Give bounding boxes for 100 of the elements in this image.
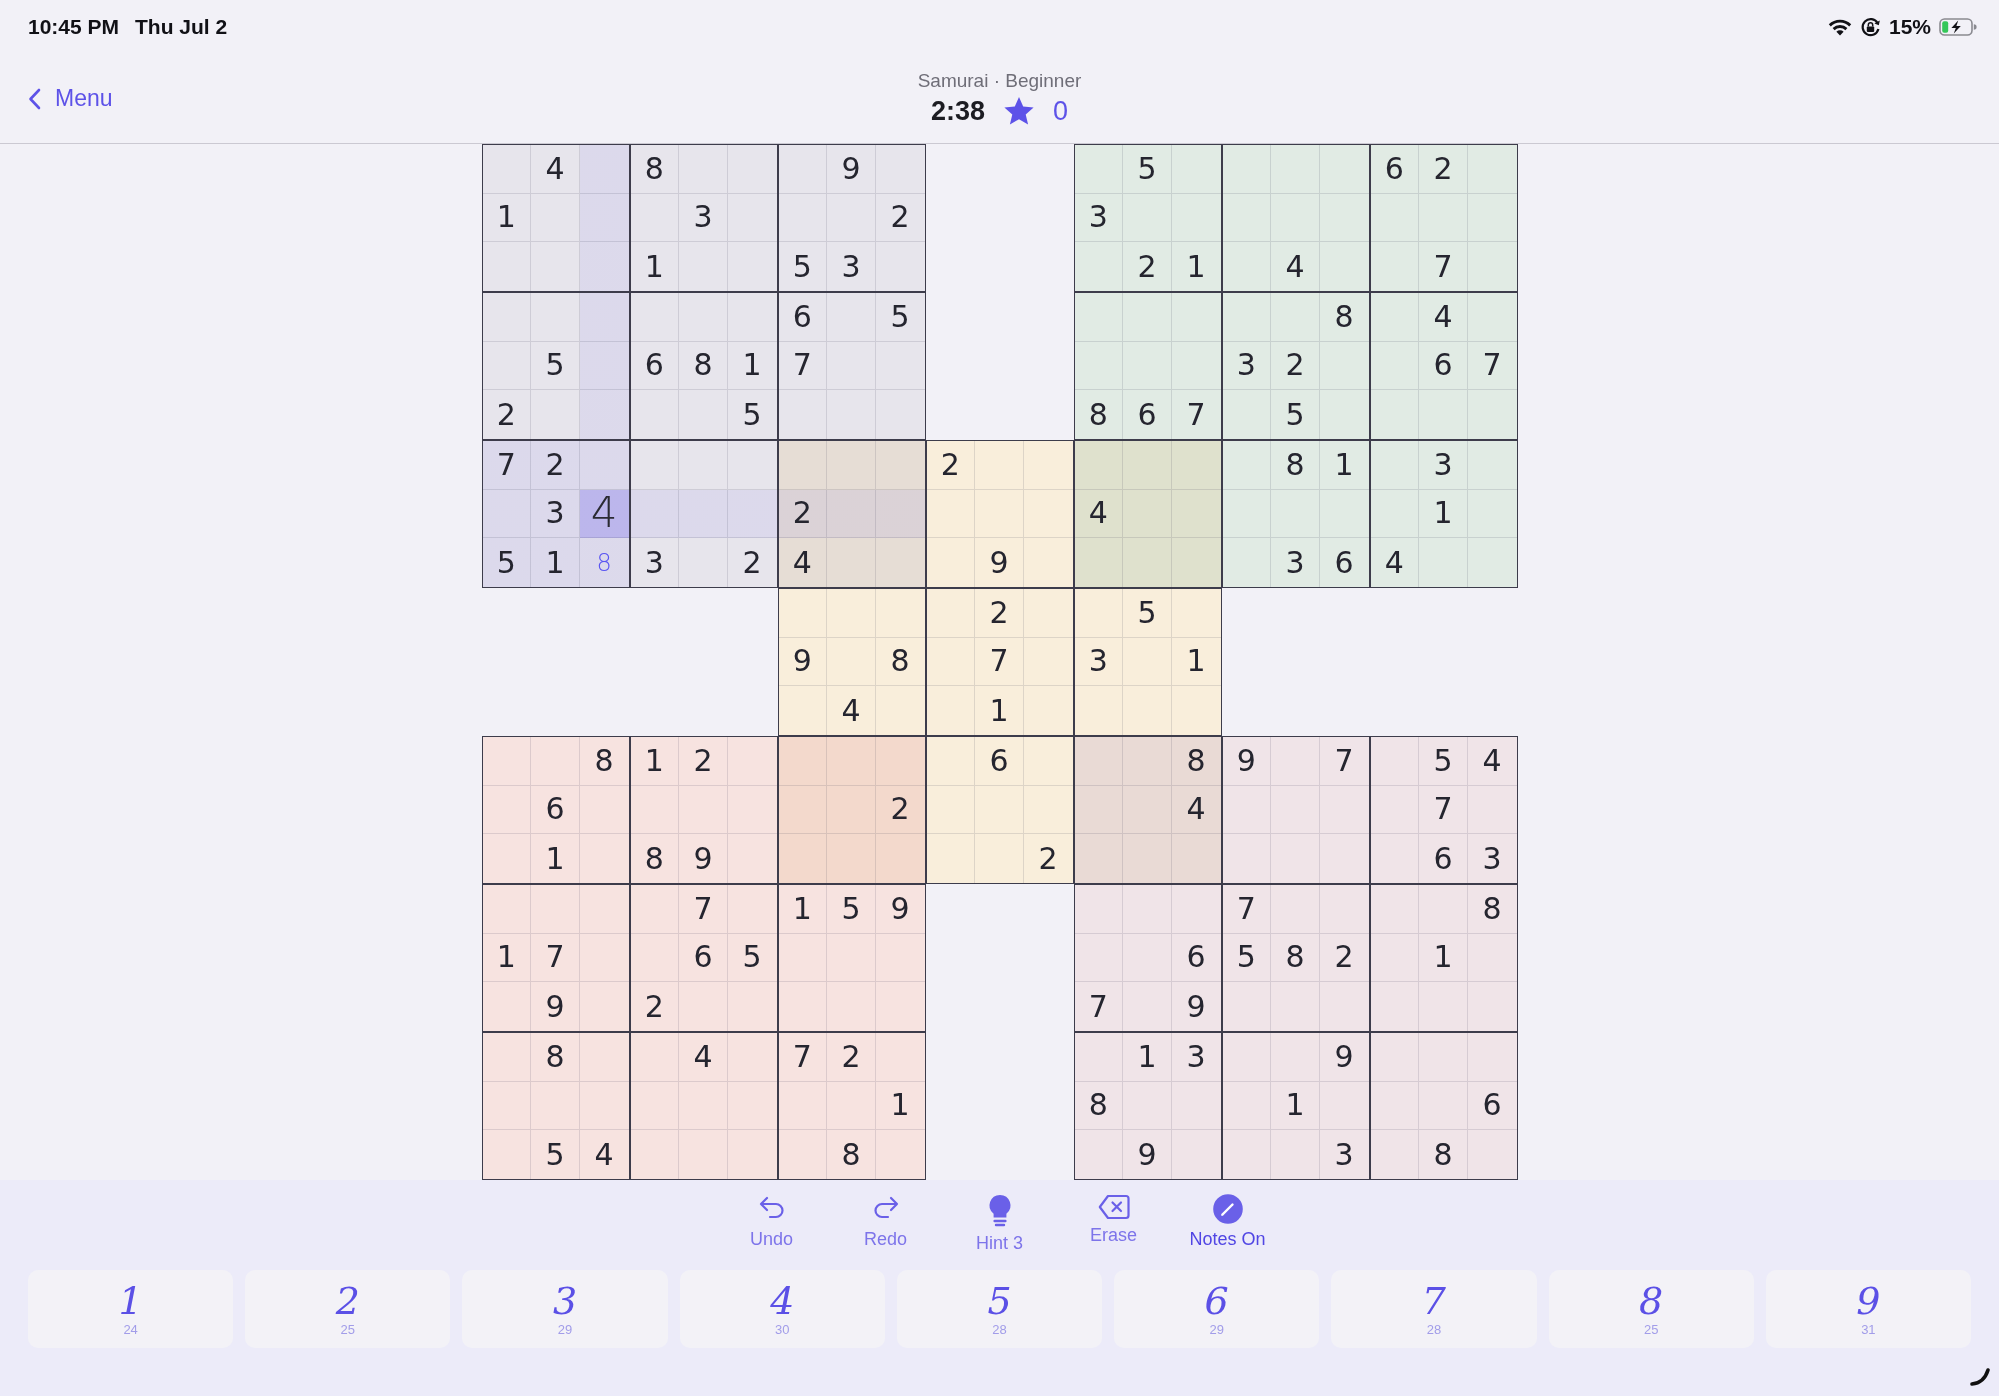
sudoku-cell[interactable] — [679, 538, 728, 587]
sudoku-cell[interactable] — [727, 1130, 777, 1179]
sudoku-cell[interactable]: 1 — [1123, 1033, 1172, 1082]
sudoku-cell[interactable]: 6 — [1319, 538, 1369, 587]
sudoku-cell[interactable] — [1171, 1081, 1221, 1131]
sudoku-cell[interactable] — [679, 242, 728, 291]
sudoku-cell[interactable] — [778, 441, 828, 490]
sudoku-cell[interactable] — [778, 686, 828, 735]
sudoku-cell[interactable] — [1171, 589, 1221, 638]
sudoku-cell[interactable]: 8 — [630, 145, 680, 194]
sudoku-cell[interactable] — [1023, 737, 1073, 786]
sudoku-cell[interactable]: 6 — [531, 785, 580, 835]
sudoku-cell[interactable] — [1271, 293, 1320, 342]
sudoku-cell[interactable]: 1 — [875, 1081, 925, 1131]
sudoku-cell[interactable]: 6 — [1370, 145, 1420, 194]
sudoku-cell[interactable]: 5 — [482, 538, 532, 587]
sudoku-cell[interactable] — [1370, 785, 1420, 835]
sudoku-cell[interactable]: 2 — [482, 390, 532, 439]
sudoku-cell[interactable] — [1271, 1033, 1320, 1082]
sudoku-cell[interactable] — [727, 785, 777, 835]
sudoku-cell[interactable]: 4 — [778, 538, 828, 587]
sudoku-cell[interactable]: 8 — [1074, 1081, 1124, 1131]
sudoku-cell[interactable] — [1467, 982, 1517, 1031]
sudoku-cell[interactable] — [1370, 933, 1420, 983]
sudoku-cell[interactable]: 7 — [778, 1033, 828, 1082]
sudoku-cell[interactable]: 5 — [1123, 589, 1172, 638]
sudoku-cell[interactable]: 7 — [1074, 982, 1124, 1031]
sudoku-cell[interactable]: 2 — [875, 193, 925, 243]
sudoku-cell[interactable]: 4 — [827, 686, 876, 735]
sudoku-cell[interactable] — [1222, 982, 1272, 1031]
sudoku-cell[interactable]: 1 — [1419, 489, 1468, 539]
sudoku-cell[interactable] — [1370, 193, 1420, 243]
sudoku-cell[interactable]: 4 — [679, 1033, 728, 1082]
sudoku-cell[interactable] — [926, 589, 976, 638]
sudoku-cell[interactable] — [1370, 1033, 1420, 1082]
sudoku-cell[interactable] — [531, 193, 580, 243]
sudoku-cell[interactable] — [531, 242, 580, 291]
sudoku-cell[interactable] — [1271, 737, 1320, 786]
sudoku-cell[interactable] — [579, 242, 629, 291]
sudoku-cell[interactable]: 2 — [630, 982, 680, 1031]
sudoku-cell[interactable] — [875, 589, 925, 638]
sudoku-cell[interactable] — [778, 933, 828, 983]
sudoku-cell[interactable] — [778, 737, 828, 786]
sudoku-cell[interactable]: 9 — [1123, 1130, 1172, 1179]
sudoku-cell[interactable] — [1171, 193, 1221, 243]
sudoku-cell[interactable] — [727, 834, 777, 883]
sudoku-cell[interactable]: 3 — [1074, 637, 1124, 687]
sudoku-cell[interactable] — [827, 933, 876, 983]
sudoku-cell[interactable] — [1271, 834, 1320, 883]
sudoku-cell[interactable] — [1023, 441, 1073, 490]
sudoku-cell[interactable] — [1370, 885, 1420, 934]
sudoku-cell[interactable]: 8 — [827, 1130, 876, 1179]
sudoku-cell[interactable] — [778, 390, 828, 439]
number-key[interactable]: 9 31 — [1765, 1270, 1971, 1348]
sudoku-cell[interactable] — [1467, 390, 1517, 439]
sudoku-cell[interactable] — [1467, 933, 1517, 983]
sudoku-cell[interactable] — [1370, 242, 1420, 291]
sudoku-cell[interactable]: 7 — [1419, 785, 1468, 835]
sudoku-cell[interactable] — [482, 145, 532, 194]
sudoku-cell[interactable]: 2 — [875, 785, 925, 835]
sudoku-cell[interactable]: 5 — [727, 390, 777, 439]
sudoku-cell[interactable]: 9 — [975, 538, 1024, 587]
sudoku-cell[interactable] — [1467, 538, 1517, 587]
sudoku-cell[interactable]: 4 — [1271, 242, 1320, 291]
sudoku-cell[interactable]: 1 — [630, 242, 680, 291]
sudoku-cell[interactable]: 1 — [482, 933, 532, 983]
number-key[interactable]: 6 29 — [1114, 1270, 1320, 1348]
sudoku-cell[interactable] — [1123, 193, 1172, 243]
sudoku-cell[interactable] — [1222, 293, 1272, 342]
sudoku-cell[interactable] — [975, 834, 1024, 883]
sudoku-cell[interactable] — [1370, 737, 1420, 786]
sudoku-cell[interactable]: 3 — [1467, 834, 1517, 883]
sudoku-cell[interactable] — [482, 785, 532, 835]
sudoku-cell[interactable] — [531, 293, 580, 342]
sudoku-cell[interactable] — [1023, 686, 1073, 735]
sudoku-cell[interactable] — [482, 737, 532, 786]
sudoku-cell[interactable] — [679, 390, 728, 439]
sudoku-cell[interactable] — [778, 785, 828, 835]
sudoku-cell[interactable] — [727, 441, 777, 490]
sudoku-cell[interactable] — [1074, 933, 1124, 983]
sudoku-cell[interactable] — [1123, 293, 1172, 342]
sudoku-cell[interactable] — [482, 1081, 532, 1131]
sudoku-cell[interactable]: 9 — [1171, 982, 1221, 1031]
sudoku-cell[interactable] — [630, 390, 680, 439]
sudoku-cell[interactable]: 4 — [579, 1130, 629, 1179]
sudoku-cell[interactable] — [975, 785, 1024, 835]
sudoku-cell[interactable] — [1222, 1033, 1272, 1082]
sudoku-cell[interactable] — [727, 193, 777, 243]
sudoku-cell[interactable] — [827, 390, 876, 439]
sudoku-cell[interactable] — [1319, 145, 1369, 194]
number-key[interactable]: 2 25 — [245, 1270, 451, 1348]
sudoku-cell[interactable] — [630, 489, 680, 539]
sudoku-cell[interactable] — [1222, 390, 1272, 439]
sudoku-cell[interactable]: 4 — [1467, 737, 1517, 786]
sudoku-cell[interactable]: 4 — [579, 489, 629, 539]
sudoku-cell[interactable]: 2 — [975, 589, 1024, 638]
sudoku-cell[interactable] — [679, 1130, 728, 1179]
sudoku-cell[interactable] — [727, 293, 777, 342]
sudoku-cell[interactable] — [827, 982, 876, 1031]
sudoku-cell[interactable] — [482, 1130, 532, 1179]
